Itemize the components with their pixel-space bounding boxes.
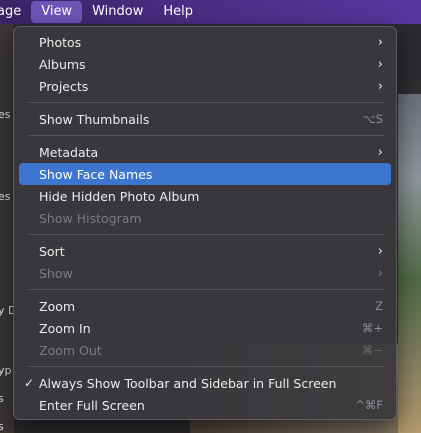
sidebar-fragment: es [0, 190, 11, 203]
menu-separator [28, 102, 384, 103]
photo-viewer-image[interactable] [398, 94, 421, 433]
menubar-item-image[interactable]: age [0, 0, 31, 24]
menu-item-show-histogram: Show Histogram [39, 210, 142, 226]
menu-item-sort[interactable]: Sort › [19, 240, 391, 262]
menu-item-zoom-in[interactable]: Zoom In ⌘+ [19, 317, 391, 339]
menu-bar: age View Window Help [0, 0, 421, 24]
shortcut-label: ^⌘F [355, 398, 383, 412]
sidebar-fragment: s [0, 392, 4, 405]
shortcut-label: ⌘− [361, 343, 383, 357]
menu-item-hide-hidden-photo-album[interactable]: Hide Hidden Photo Album [19, 185, 391, 207]
shortcut-label: ⌥S [362, 112, 383, 126]
chevron-right-icon: › [377, 144, 383, 160]
chevron-right-icon: › [377, 243, 383, 259]
menu-separator [28, 234, 384, 235]
menu-item-metadata[interactable]: Metadata › [19, 141, 391, 163]
sidebar-fragment: es [0, 108, 11, 121]
sidebar-fragment: yp [0, 364, 12, 377]
menu-item-projects[interactable]: Projects › [19, 75, 391, 97]
menu-item-enter-full-screen[interactable]: Enter Full Screen ^⌘F [19, 394, 391, 416]
chevron-right-icon: › [377, 34, 383, 50]
shortcut-label: ⌘+ [361, 321, 383, 335]
menubar-item-help[interactable]: Help [153, 0, 203, 24]
menu-item-zoom-out: Zoom Out ⌘− [19, 339, 391, 361]
menu-item-show-face-names[interactable]: Show Face Names [19, 163, 391, 185]
menu-separator [28, 289, 384, 290]
chevron-right-icon: › [377, 56, 383, 72]
chevron-right-icon: › [377, 265, 383, 281]
chevron-right-icon: › [377, 78, 383, 94]
menu-item-albums[interactable]: Albums › [19, 53, 391, 75]
checkmark-icon: ✓ [23, 376, 35, 390]
menu-item-show: Show › [19, 262, 391, 284]
menu-item-always-show-toolbar-sidebar[interactable]: ✓ Always Show Toolbar and Sidebar in Ful… [19, 372, 391, 394]
menu-item-photos[interactable]: Photos › [19, 31, 391, 53]
menu-separator [28, 135, 384, 136]
menu-separator [28, 366, 384, 367]
menu-item-zoom[interactable]: Zoom Z [19, 295, 391, 317]
shortcut-label: Z [375, 299, 383, 313]
menubar-item-view[interactable]: View [31, 1, 83, 23]
view-menu-dropdown: Photos › Albums › Projects › Show Thumbn… [13, 26, 397, 420]
sidebar-fragment: s [0, 420, 4, 433]
menu-item-show-thumbnails[interactable]: Show Thumbnails ⌥S [19, 108, 391, 130]
menubar-item-window[interactable]: Window [82, 0, 153, 24]
